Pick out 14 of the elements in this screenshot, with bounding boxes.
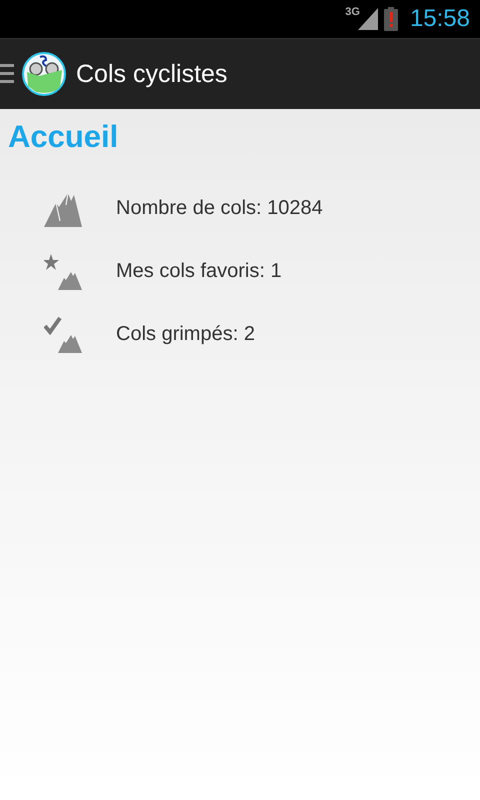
page-heading: Accueil: [8, 119, 120, 155]
clock: 15:58: [410, 5, 470, 33]
stat-label: Nombre de cols: 10284: [116, 197, 323, 220]
app-title: Cols cyclistes: [76, 60, 228, 88]
menu-icon[interactable]: [0, 63, 14, 85]
star-mountain-icon: [44, 254, 82, 290]
mountain-icon: [44, 190, 82, 226]
stat-label: Mes cols favoris: 1: [116, 260, 282, 283]
stat-label: Cols grimpés: 2: [116, 323, 255, 346]
network-type: 3G: [345, 6, 360, 18]
cyclist-logo-icon[interactable]: [22, 52, 66, 96]
check-mountain-icon: [44, 316, 82, 352]
signal-icon: [358, 8, 378, 30]
battery-icon: [384, 7, 398, 31]
